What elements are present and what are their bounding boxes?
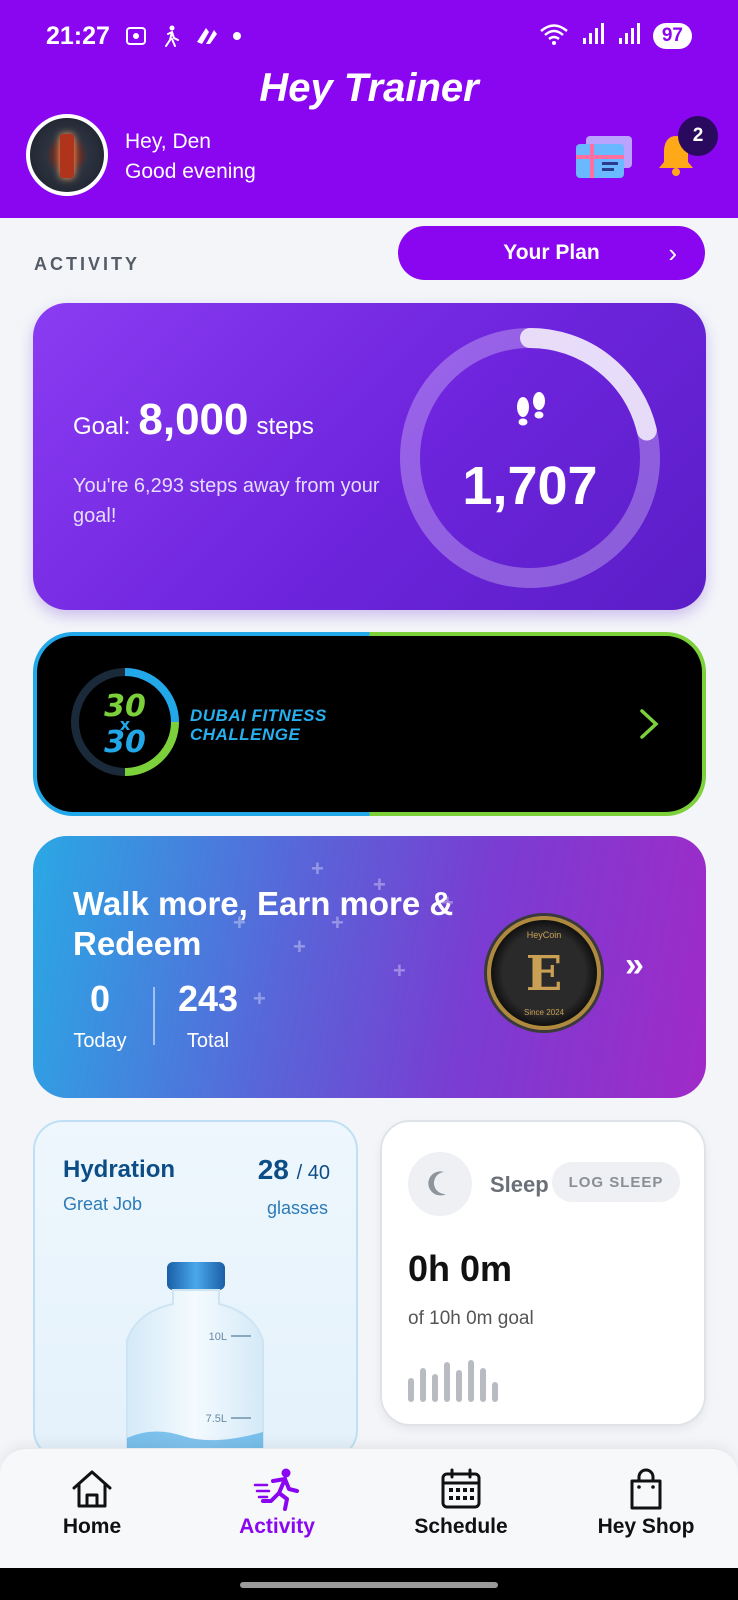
today-stat: 0 Today	[73, 978, 127, 1053]
challenge-line-1: DUBAI FITNESS	[190, 706, 327, 725]
bottom-navigation: Home Activity Schedule Hey Shop	[0, 1448, 738, 1568]
water-bottle-icon: 10L 7.5L	[126, 1262, 264, 1458]
chevron-right-icon	[640, 709, 659, 739]
home-icon	[72, 1470, 112, 1508]
sleep-chart-icon	[408, 1360, 498, 1402]
app-header: 21:27 97 Hey Trainer Hey, Den Good eveni…	[0, 0, 738, 218]
home-gesture-handle[interactable]	[240, 1582, 498, 1588]
battery-indicator: 97	[652, 23, 692, 49]
signal-icon-2	[617, 22, 641, 51]
challenge-logo: 30 x 30	[71, 668, 179, 776]
hydration-count: 28 / 40	[258, 1154, 330, 1186]
gift-card-icon[interactable]	[576, 136, 634, 178]
status-bar: 21:27 97	[0, 0, 738, 72]
screenshot-icon	[124, 24, 148, 48]
decorative-plus: +	[253, 986, 266, 1011]
status-time: 21:27	[46, 22, 110, 50]
nav-activity[interactable]: Activity	[207, 1467, 347, 1539]
greeting-name: Hey, Den	[125, 130, 211, 153]
your-plan-label: Your Plan	[503, 241, 600, 264]
footsteps-icon	[509, 391, 553, 435]
challenge-line-2: CHALLENGE	[190, 725, 301, 744]
steps-card[interactable]: Goal: 8,000 steps You're 6,293 steps awa…	[33, 303, 706, 610]
svg-text:30: 30	[104, 725, 146, 760]
nav-home[interactable]: Home	[22, 1467, 162, 1539]
nav-hey-shop[interactable]: Hey Shop	[576, 1467, 716, 1539]
today-value: 0	[89, 978, 111, 1019]
coin-bottom-text: Since 2024	[523, 1008, 565, 1017]
total-value: 243	[177, 978, 239, 1019]
nav-schedule[interactable]: Schedule	[391, 1467, 531, 1539]
nav-hey-shop-label: Hey Shop	[597, 1515, 695, 1538]
running-icon	[253, 1468, 299, 1511]
total-stat: 243 Total	[173, 978, 243, 1053]
greeting-time: Good evening	[125, 160, 256, 183]
svg-text:10L: 10L	[209, 1331, 227, 1343]
avatar[interactable]	[26, 114, 108, 196]
hydration-card[interactable]: Hydration Great Job 28 / 40 glasses 10L …	[33, 1120, 358, 1460]
sleep-card[interactable]: Sleep LOG SLEEP 0h 0m of 10h 0m goal	[380, 1120, 706, 1426]
app-title: Hey Trainer	[259, 66, 479, 110]
nav-activity-label: Activity	[239, 1515, 315, 1538]
section-label-activity: ACTIVITY	[34, 254, 141, 274]
goal-value: 8,000	[138, 395, 249, 444]
dot-icon	[232, 31, 242, 41]
shopping-bag-icon	[630, 1468, 662, 1510]
challenge-title: DUBAI FITNESS CHALLENGE	[190, 706, 327, 744]
goal-line: Goal: 8,000 steps	[73, 395, 314, 445]
total-label: Total	[186, 1030, 230, 1052]
sleep-duration: 0h 0m	[408, 1248, 513, 1289]
sleep-goal: of 10h 0m goal	[408, 1308, 534, 1329]
hydration-unit: glasses	[266, 1198, 328, 1218]
signal-icon	[581, 22, 605, 51]
sleep-title: Sleep	[490, 1172, 549, 1197]
double-chevron-right-icon: »	[625, 946, 644, 984]
system-gesture-bar	[0, 1568, 738, 1600]
nav-schedule-label: Schedule	[414, 1515, 508, 1538]
calendar-icon	[441, 1468, 481, 1509]
rewards-title: Walk more, Earn more & Redeem	[73, 885, 454, 962]
app-status-icon	[194, 24, 220, 48]
rewards-card[interactable]: + + + + + + + + Walk more, Earn more & R…	[33, 836, 706, 1098]
goal-unit: steps	[256, 413, 314, 440]
your-plan-button[interactable]: Your Plan ›	[398, 226, 705, 280]
hydration-subtitle: Great Job	[63, 1194, 143, 1214]
svg-text:7.5L: 7.5L	[206, 1413, 227, 1425]
dubai-fitness-challenge-banner[interactable]: 30 x 30 DUBAI FITNESS CHALLENGE	[33, 632, 706, 816]
log-sleep-button[interactable]: LOG SLEEP	[552, 1162, 680, 1202]
steps-remaining-text: You're 6,293 steps away from your goal!	[73, 475, 380, 527]
chevron-right-icon: ›	[668, 238, 677, 268]
status-right-icons: 97	[539, 22, 692, 50]
moon-icon	[408, 1152, 472, 1216]
hydration-count-value: 28	[257, 1154, 289, 1185]
coin-letter: E	[525, 946, 563, 1002]
current-steps: 1,707	[462, 456, 598, 516]
walking-status-icon	[160, 24, 182, 48]
nav-home-label: Home	[62, 1515, 122, 1538]
wifi-icon	[539, 22, 569, 51]
hydration-title: Hydration	[63, 1156, 176, 1183]
goal-prefix: Goal:	[73, 413, 131, 440]
hydration-goal: / 40	[296, 1162, 330, 1184]
today-label: Today	[73, 1030, 127, 1052]
notification-badge: 2	[678, 116, 718, 156]
heycoin-icon: HeyCoin E Since 2024	[487, 916, 601, 1030]
status-left-icons	[124, 22, 242, 50]
decorative-plus: +	[311, 856, 324, 881]
stat-divider	[153, 987, 155, 1045]
coin-top-text: HeyCoin	[526, 930, 562, 940]
